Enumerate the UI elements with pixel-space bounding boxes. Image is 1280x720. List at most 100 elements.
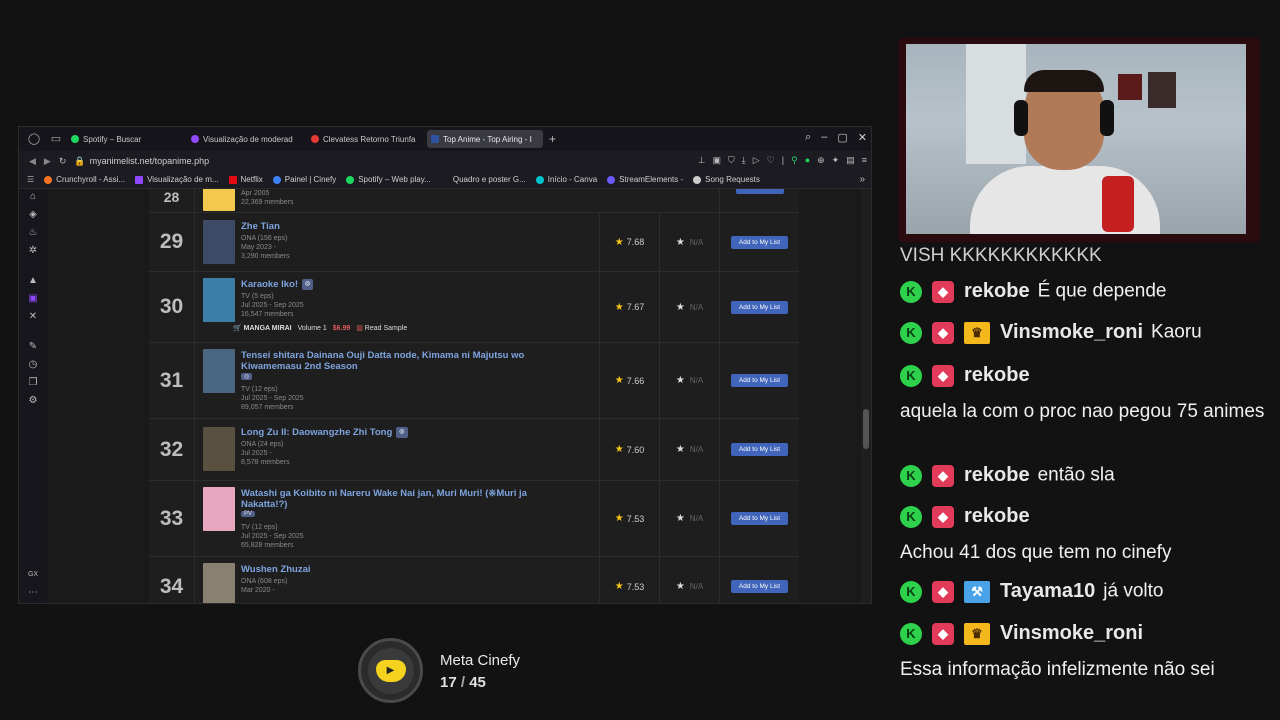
anime-thumbnail[interactable] bbox=[203, 189, 235, 211]
sidebar-home-icon[interactable]: ⌂ bbox=[27, 191, 39, 203]
sidebar-gx-icon[interactable]: GX bbox=[27, 569, 39, 581]
stream-chat: VISH KKKKKKKKKKKK K ◆ rekobe É que depende … bbox=[874, 246, 1280, 720]
sidebar-cube-icon[interactable]: ❒ bbox=[27, 377, 39, 389]
anime-thumbnail[interactable] bbox=[203, 487, 235, 531]
chat-username[interactable]: rekobe bbox=[964, 505, 1030, 527]
bookmark-streamelements[interactable]: StreamElements - bbox=[607, 175, 683, 184]
bookmark-cinefy[interactable]: Painel | Cinefy bbox=[272, 175, 336, 184]
manga-mirai-ad[interactable]: 🛒 MANGA MIRAI Volume 1 $6.99 ▥ Read Samp… bbox=[233, 324, 407, 332]
sidebar-compass-icon[interactable]: ◈ bbox=[27, 209, 39, 221]
anime-title-link[interactable]: Karaoke Iko! ◎ bbox=[241, 279, 571, 290]
your-score-star-icon[interactable]: ★ bbox=[676, 375, 685, 386]
sidebar-settings-icon[interactable]: ⚙ bbox=[27, 395, 39, 407]
anime-title-link[interactable]: Watashi ga Koibito ni Nareru Wake Nai ja… bbox=[241, 488, 571, 510]
sidebar-triangle-icon[interactable]: ▲ bbox=[27, 275, 39, 287]
tab-twitch-mod[interactable]: Visualização de moderad bbox=[187, 130, 303, 148]
heart-icon[interactable]: ♡ bbox=[767, 155, 775, 166]
bookmark-label: Netflix bbox=[240, 175, 263, 184]
chat-username[interactable]: rekobe bbox=[964, 464, 1030, 486]
your-score-star-icon[interactable]: ★ bbox=[676, 513, 685, 524]
bookmarks-toggle-icon[interactable]: ☰ bbox=[27, 175, 34, 184]
tab-clevatess[interactable]: Clevatess Retorno Triunfa bbox=[307, 130, 423, 148]
score-cell: ★ 7.53 bbox=[599, 557, 659, 603]
sub-badge-icon: ◆ bbox=[932, 505, 954, 528]
bookmark-twitch[interactable]: Visualização de m... bbox=[135, 175, 219, 184]
download-icon[interactable]: ⤓ bbox=[742, 155, 746, 166]
camera-icon[interactable]: ▤ bbox=[846, 155, 855, 166]
anime-title-link[interactable]: Long Zu II: Daowangzhe Zhi Tong ◎ bbox=[241, 427, 571, 438]
vpn-icon[interactable]: ⚲ bbox=[791, 155, 798, 166]
puzzle-icon[interactable]: ✦ bbox=[832, 155, 840, 166]
search-icon[interactable]: ⌕ bbox=[805, 131, 811, 144]
top-anime-table: 28 Apr 2005 22,369 members 29 Zhe Tian O… bbox=[149, 189, 799, 603]
play-icon[interactable]: ▷ bbox=[753, 155, 760, 166]
bookmark-quadro[interactable]: Quadro e poster G... bbox=[440, 175, 526, 184]
sidebar-clock-icon[interactable]: ◷ bbox=[27, 359, 39, 371]
headset-right bbox=[1100, 100, 1114, 136]
anime-title-link[interactable]: Tensei shitara Dainana Ouji Datta node, … bbox=[241, 350, 571, 372]
sidebar-star-icon[interactable]: ✲ bbox=[27, 245, 39, 257]
chevron-right-icon[interactable]: » bbox=[859, 174, 865, 185]
promo-video-badge-icon[interactable]: ◎ bbox=[302, 279, 314, 290]
anime-thumbnail[interactable] bbox=[203, 278, 235, 322]
anime-thumbnail[interactable] bbox=[203, 349, 235, 393]
your-score-star-icon[interactable]: ★ bbox=[676, 237, 685, 248]
anime-title-link[interactable]: Zhe Tian bbox=[241, 221, 571, 232]
bookmark-canva[interactable]: Início - Canva bbox=[535, 175, 597, 184]
promo-video-badge-icon[interactable]: ◎ bbox=[241, 373, 253, 380]
chat-username[interactable]: rekobe bbox=[964, 364, 1030, 386]
chat-username[interactable]: Vinsmoke_roni bbox=[1000, 321, 1143, 343]
back-arrow-icon[interactable]: ◀ bbox=[29, 156, 36, 167]
bookmark-spotify[interactable]: Spotify – Web play... bbox=[346, 175, 431, 184]
sidebar-more-icon[interactable]: ⋯ bbox=[27, 587, 39, 599]
promo-video-badge-icon[interactable]: ◎ bbox=[396, 427, 408, 438]
forward-arrow-icon[interactable]: ▶ bbox=[44, 156, 51, 167]
anime-thumbnail[interactable] bbox=[203, 427, 235, 471]
add-to-list-button[interactable]: Add to My List bbox=[730, 235, 789, 249]
opera-logo-icon[interactable]: ◯ bbox=[27, 132, 41, 146]
pv-badge[interactable]: PV bbox=[241, 511, 256, 517]
your-score-star-icon[interactable]: ★ bbox=[676, 581, 685, 592]
chat-message: K ◆ ♛ Vinsmoke_roni Kaoru bbox=[900, 321, 1280, 344]
sidebar-x-icon[interactable]: ✕ bbox=[27, 311, 39, 323]
spotify-ext-icon[interactable]: ● bbox=[805, 155, 810, 166]
anime-thumbnail[interactable] bbox=[203, 563, 235, 603]
menu-icon[interactable]: ≡ bbox=[862, 155, 867, 166]
minimize-icon[interactable]: – bbox=[821, 131, 827, 144]
add-to-list-button[interactable]: Add to My List bbox=[730, 300, 789, 314]
tab-top-anime[interactable]: Top Anime - Top Airing - I bbox=[427, 130, 543, 148]
chat-username[interactable]: rekobe bbox=[964, 280, 1030, 302]
snapshot-icon[interactable]: ▣ bbox=[712, 155, 721, 166]
reload-icon[interactable]: ↻ bbox=[59, 156, 67, 167]
tab-menu-icon[interactable]: ▭ bbox=[49, 132, 63, 146]
bookmark-crunchyroll[interactable]: Crunchyroll - Assi... bbox=[44, 175, 125, 184]
page-scrollbar[interactable] bbox=[861, 189, 871, 603]
scrollbar-thumb[interactable] bbox=[863, 409, 869, 449]
pin-icon[interactable]: ⊥ bbox=[698, 155, 706, 166]
headset-left bbox=[1014, 100, 1028, 136]
maximize-icon[interactable]: ▢ bbox=[837, 131, 847, 144]
sidebar-twitch-icon[interactable]: ▣ bbox=[27, 293, 39, 305]
chat-username[interactable]: Tayama10 bbox=[1000, 580, 1095, 602]
read-sample-link[interactable]: Read Sample bbox=[365, 325, 407, 332]
add-to-list-button[interactable]: Add to My List bbox=[730, 512, 789, 525]
add-to-list-button[interactable]: Add to My List bbox=[730, 374, 789, 387]
sidebar-flame-icon[interactable]: ♨ bbox=[27, 227, 39, 239]
add-to-list-button[interactable] bbox=[735, 189, 784, 194]
your-score-star-icon[interactable]: ★ bbox=[676, 302, 685, 313]
anime-title-link[interactable]: Wushen Zhuzai bbox=[241, 564, 571, 575]
bookmark-netflix[interactable]: Netflix bbox=[228, 175, 263, 184]
extensions-icon[interactable]: ⊕ bbox=[817, 155, 825, 166]
tab-spotify[interactable]: Spotify – Buscar bbox=[67, 130, 183, 148]
your-score-star-icon[interactable]: ★ bbox=[676, 444, 685, 455]
url-field[interactable]: myanimelist.net/topanime.php bbox=[90, 156, 210, 166]
add-to-list-button[interactable]: Add to My List bbox=[730, 580, 789, 593]
new-tab-plus-icon[interactable]: + bbox=[549, 132, 556, 146]
bookmark-song-requests[interactable]: Song Requests bbox=[693, 175, 760, 184]
anime-thumbnail[interactable] bbox=[203, 220, 235, 264]
add-to-list-button[interactable]: Add to My List bbox=[730, 443, 789, 456]
chat-username[interactable]: Vinsmoke_roni bbox=[1000, 622, 1143, 644]
sidebar-brush-icon[interactable]: ✎ bbox=[27, 341, 39, 353]
shield-icon[interactable]: ⛉ bbox=[728, 155, 735, 166]
close-icon[interactable]: ✕ bbox=[858, 131, 867, 144]
